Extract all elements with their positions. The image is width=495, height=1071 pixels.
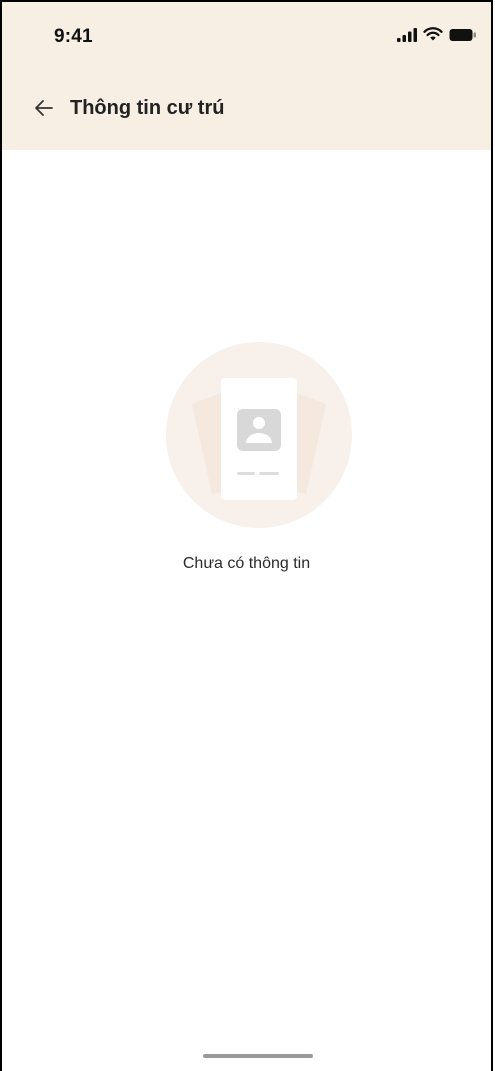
battery-icon (449, 28, 477, 47)
home-indicator (203, 1054, 313, 1058)
id-card-icon (237, 409, 281, 451)
cellular-signal-icon (397, 27, 417, 47)
header: 9:41 Thông tin cư trú (2, 2, 491, 150)
arrow-left-icon (34, 99, 54, 122)
status-bar: 9:41 (2, 2, 491, 74)
empty-state-message: Chưa có thông tin (182, 555, 311, 572)
page-title: Thông tin cư trú (70, 97, 225, 119)
phone-screen: 9:41 Thông tin cư trú Chưa có thông tin (0, 0, 493, 1071)
status-icons (397, 27, 477, 47)
nav-bar: Thông tin cư trú (2, 88, 491, 132)
empty-state-illustration (166, 342, 352, 528)
wifi-icon (423, 27, 443, 47)
status-time: 9:41 (54, 26, 93, 47)
back-button[interactable] (30, 96, 58, 124)
